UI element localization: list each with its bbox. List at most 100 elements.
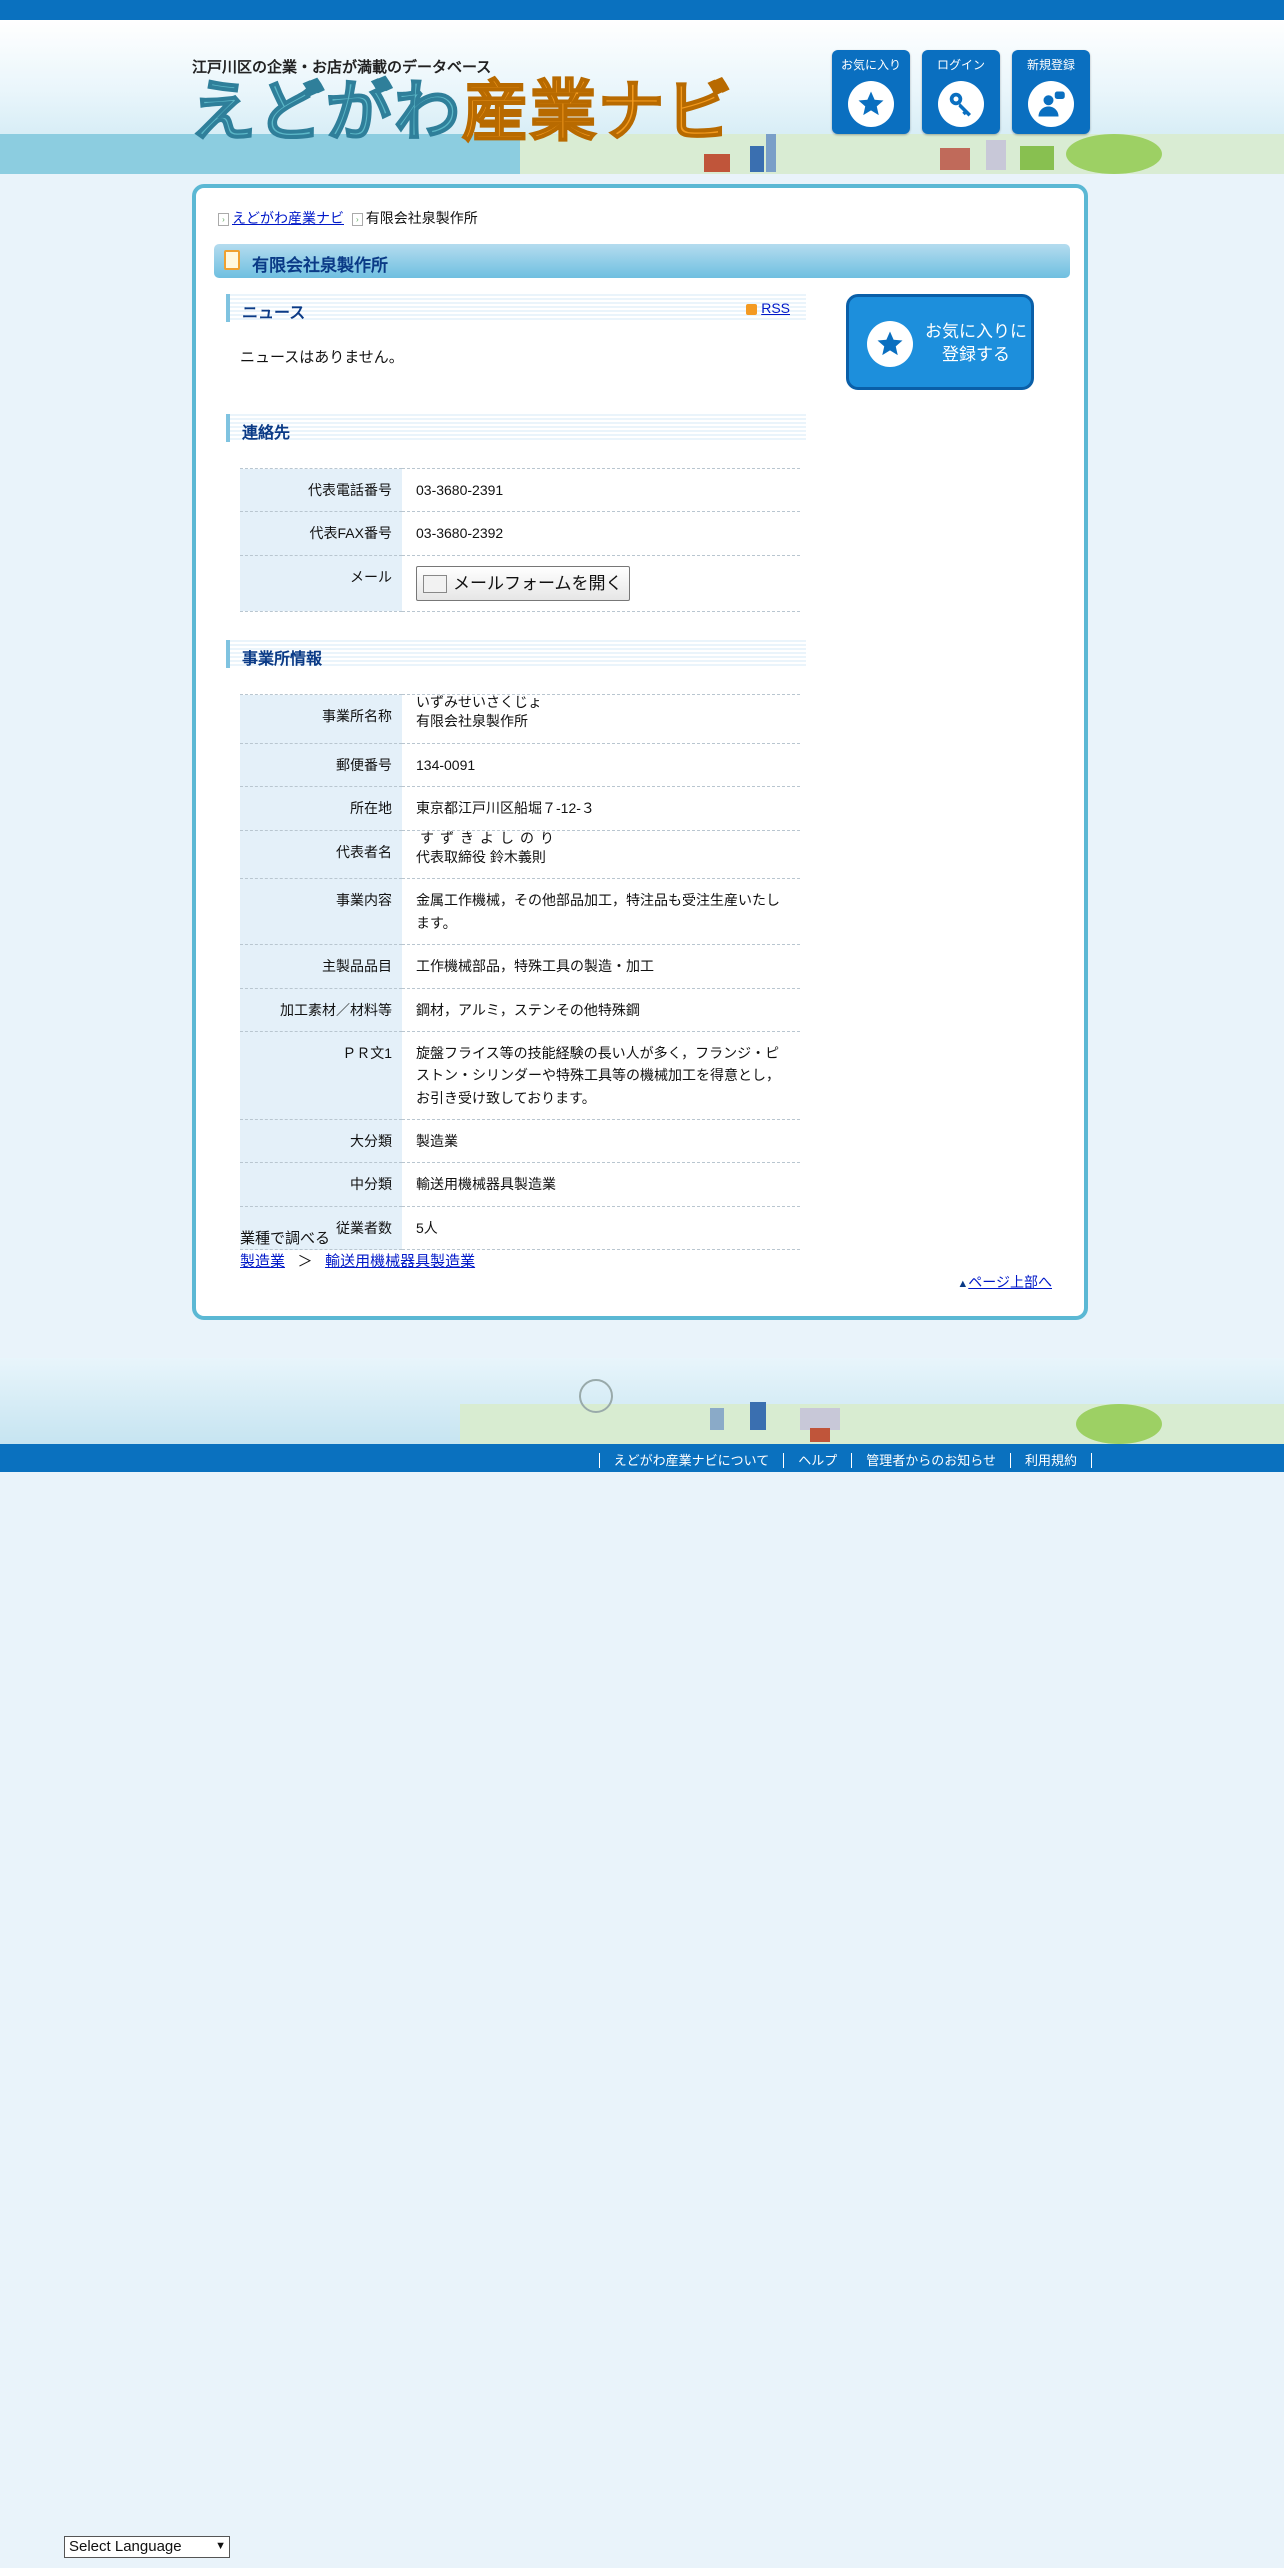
site-logo[interactable]: えどがわ産業ナビ bbox=[189, 77, 734, 145]
header-hill bbox=[1066, 134, 1162, 174]
rss-link-wrap: RSS bbox=[746, 300, 790, 316]
footer-link-notices[interactable]: 管理者からのお知らせ bbox=[851, 1453, 1010, 1468]
footer-bar: えどがわ産業ナビについて ヘルプ 管理者からのお知らせ 利用規約 bbox=[0, 1444, 1284, 1472]
footer-link-terms[interactable]: 利用規約 bbox=[1009, 1453, 1092, 1468]
business-section-header: 事業所情報 bbox=[226, 640, 806, 668]
rss-link[interactable]: RSS bbox=[761, 300, 790, 316]
industry-major-link[interactable]: 製造業 bbox=[240, 1253, 285, 1270]
breadcrumb-current: 有限会社泉製作所 bbox=[365, 210, 478, 226]
content-label: 事業内容 bbox=[240, 878, 402, 946]
zip-label: 郵便番号 bbox=[240, 742, 402, 788]
triangle-up-icon: ▲ bbox=[957, 1278, 969, 1290]
to-top-link[interactable]: ページ上部へ bbox=[968, 1274, 1052, 1290]
footer-hill bbox=[1076, 1404, 1162, 1444]
address-label: 所在地 bbox=[240, 786, 402, 831]
logo-part2: 産業ナビ bbox=[461, 74, 734, 148]
contact-section-header: 連絡先 bbox=[226, 414, 806, 442]
news-heading: ニュース bbox=[242, 305, 306, 322]
main-panel: › えどがわ産業ナビ › 有限会社泉製作所 有限会社泉製作所 ニュース RSS ニュ… bbox=[192, 184, 1088, 1320]
pr-label: ＰＲ文1 bbox=[240, 1030, 402, 1121]
tel-value: 03-3680-2391 bbox=[402, 467, 800, 513]
rep-value: 代表取締役 鈴木義則 bbox=[416, 848, 546, 865]
chevron-down-icon: ▼ bbox=[215, 2540, 226, 2552]
breadcrumb-arrow-icon: › bbox=[351, 212, 363, 226]
footer-link-about[interactable]: えどがわ産業ナビについて bbox=[598, 1453, 784, 1468]
major-category-label: 大分類 bbox=[240, 1119, 402, 1164]
contact-table: 代表電話番号 03-3680-2391 代表FAX番号 03-3680-2392… bbox=[240, 467, 800, 612]
table-row: メール メールフォームを開く bbox=[240, 554, 800, 612]
fax-value: 03-3680-2392 bbox=[402, 511, 800, 556]
table-row: 主製品品目 工作機械部品，特殊工具の製造・加工 bbox=[240, 944, 800, 989]
name-label: 事業所名称 bbox=[240, 694, 402, 744]
star-icon bbox=[848, 81, 894, 127]
table-row: 事業内容 金属工作機械，その他部品加工，特注品も受注生産いたします。 bbox=[240, 878, 800, 946]
rep-label: 代表者名 bbox=[240, 829, 402, 880]
add-to-favorites-button[interactable]: お気に入りに 登録する bbox=[846, 294, 1034, 390]
name-value: 有限会社泉製作所 bbox=[416, 713, 528, 730]
logo-part1: えどがわ bbox=[189, 74, 462, 148]
favorites-nav-button[interactable]: お気に入り bbox=[832, 50, 910, 134]
tel-label: 代表電話番号 bbox=[240, 467, 402, 513]
table-row: 代表電話番号 03-3680-2391 bbox=[240, 467, 800, 513]
breadcrumb-home-link[interactable]: えどがわ産業ナビ bbox=[232, 210, 344, 226]
open-mail-form-button[interactable]: メールフォームを開く bbox=[416, 565, 630, 601]
table-row: 郵便番号 134-0091 bbox=[240, 742, 800, 788]
business-table: 事業所名称 いずみせいさくじょ 有限会社泉製作所 郵便番号 134-0091 所… bbox=[240, 694, 800, 1251]
table-row: 事業所名称 いずみせいさくじょ 有限会社泉製作所 bbox=[240, 694, 800, 744]
industry-middle-link[interactable]: 輸送用機械器具製造業 bbox=[325, 1253, 475, 1270]
envelope-icon bbox=[423, 575, 447, 594]
user-add-icon bbox=[1028, 81, 1074, 127]
news-empty-text: ニュースはありません。 bbox=[240, 349, 404, 366]
add-to-favorites-line2: 登録する bbox=[942, 344, 1010, 364]
major-category-value: 製造業 bbox=[402, 1119, 800, 1164]
star-icon bbox=[867, 321, 913, 367]
table-row: 代表FAX番号 03-3680-2392 bbox=[240, 511, 800, 556]
site-header: 江戸川区の企業・お店が満載のデータベース えどがわ産業ナビ お気に入り ログイン… bbox=[0, 20, 1284, 174]
news-section-header: ニュース RSS bbox=[226, 294, 806, 322]
middle-category-label: 中分類 bbox=[240, 1162, 402, 1207]
footer-links: えどがわ産業ナビについて ヘルプ 管理者からのお知らせ 利用規約 bbox=[598, 1450, 1092, 1469]
contact-heading: 連絡先 bbox=[242, 425, 291, 442]
products-value: 工作機械部品，特殊工具の製造・加工 bbox=[402, 944, 800, 989]
table-row: 代表者名 すずきよしのり 代表取締役 鈴木義則 bbox=[240, 829, 800, 880]
products-label: 主製品品目 bbox=[240, 944, 402, 989]
table-row: 大分類 製造業 bbox=[240, 1119, 800, 1164]
table-row: 中分類 輸送用機械器具製造業 bbox=[240, 1162, 800, 1207]
breadcrumb: › えどがわ産業ナビ › 有限会社泉製作所 bbox=[218, 208, 478, 228]
mail-label: メール bbox=[240, 554, 402, 612]
zip-value: 134-0091 bbox=[402, 742, 800, 788]
rep-kana: すずきよしのり bbox=[420, 829, 560, 846]
key-icon bbox=[938, 81, 984, 127]
language-select[interactable]: Select Language ▼ bbox=[64, 2536, 230, 2558]
to-top-wrap: ▲ページ上部へ bbox=[957, 1272, 1052, 1292]
name-kana: いずみせいさくじょ bbox=[416, 694, 542, 710]
industry-links: 業種で調べる 製造業 ＞ 輸送用機械器具製造業 bbox=[240, 1228, 475, 1273]
breadcrumb-arrow-icon: › bbox=[218, 212, 229, 226]
favorites-nav-label: お気に入り bbox=[840, 58, 901, 72]
add-to-favorites-line1: お気に入りに bbox=[925, 322, 1027, 341]
rss-icon bbox=[746, 303, 758, 315]
business-heading: 事業所情報 bbox=[242, 651, 323, 668]
address-value: 東京都江戸川区船堀７-12-３ bbox=[402, 786, 800, 831]
footer-illustration bbox=[0, 1358, 1284, 1444]
top-bar bbox=[0, 0, 1284, 20]
language-select-value: Select Language bbox=[69, 2538, 182, 2555]
footer-skyline-illustration bbox=[579, 1379, 840, 1442]
footer-link-help[interactable]: ヘルプ bbox=[783, 1453, 852, 1468]
page-title-bar: 有限会社泉製作所 bbox=[214, 244, 1070, 278]
login-nav-label: ログイン bbox=[936, 58, 985, 72]
register-nav-button[interactable]: 新規登録 bbox=[1012, 50, 1090, 134]
table-row: ＰＲ文1 旋盤フライス等の技能経験の長い人が多く，フランジ・ピストン・シリンダー… bbox=[240, 1030, 800, 1121]
document-icon bbox=[224, 250, 240, 270]
materials-label: 加工素材／材料等 bbox=[240, 987, 402, 1032]
content-value: 金属工作機械，その他部品加工，特注品も受注生産いたします。 bbox=[402, 878, 800, 946]
login-nav-button[interactable]: ログイン bbox=[922, 50, 1000, 134]
page-title: 有限会社泉製作所 bbox=[252, 256, 388, 275]
industry-heading: 業種で調べる bbox=[240, 1230, 331, 1247]
materials-value: 鋼材，アルミ，ステンその他特殊鋼 bbox=[402, 987, 800, 1032]
fax-label: 代表FAX番号 bbox=[240, 511, 402, 556]
pr-value: 旋盤フライス等の技能経験の長い人が多く，フランジ・ピストン・シリンダーや特殊工具… bbox=[402, 1030, 800, 1121]
table-row: 加工素材／材料等 鋼材，アルミ，ステンその他特殊鋼 bbox=[240, 987, 800, 1032]
open-mail-form-label: メールフォームを開く bbox=[453, 573, 623, 593]
middle-category-value: 輸送用機械器具製造業 bbox=[402, 1162, 800, 1207]
